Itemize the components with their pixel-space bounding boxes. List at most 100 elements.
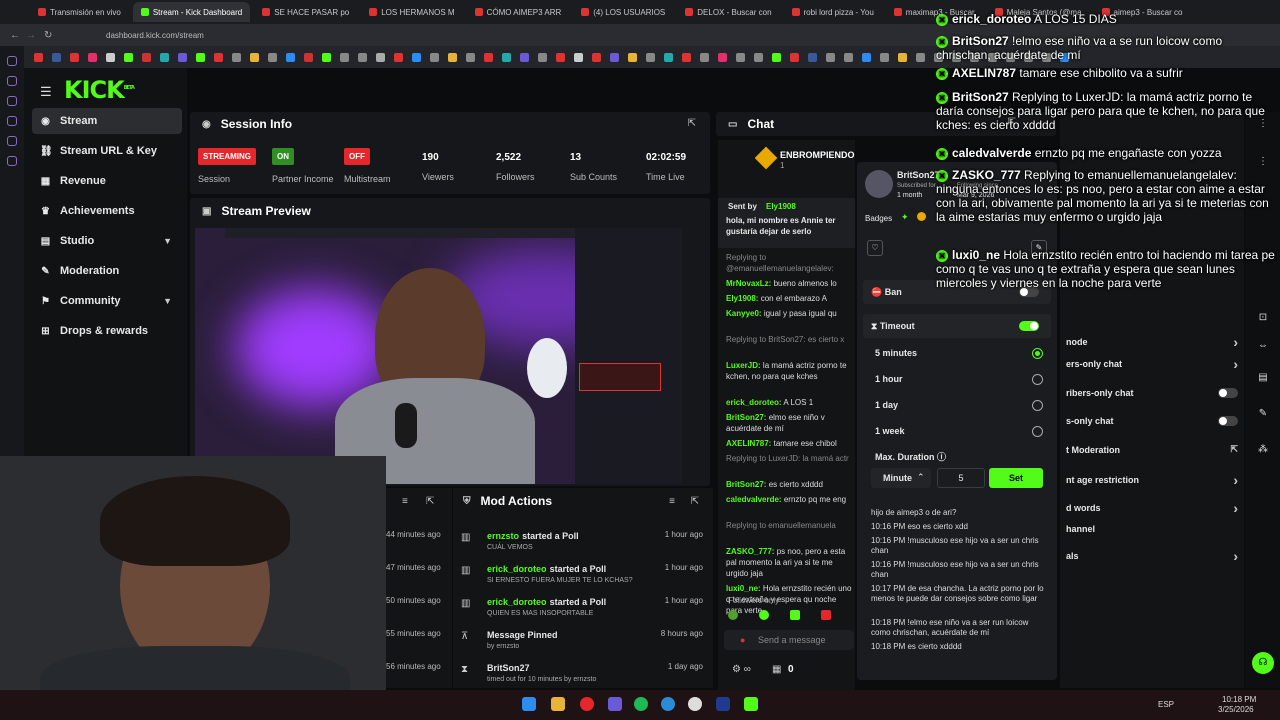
rail-icon[interactable]: [7, 96, 17, 106]
tool-icon[interactable]: ✎: [1256, 408, 1270, 422]
browser-tab[interactable]: robi lord pizza - You: [784, 2, 882, 22]
rail-icon[interactable]: [7, 116, 17, 126]
rail-icon[interactable]: [7, 76, 17, 86]
bookmark-icon[interactable]: [376, 52, 385, 62]
chat-message[interactable]: Replying to LuxerJD: la mamá actr: [726, 453, 854, 464]
bookmark-icon[interactable]: [466, 52, 475, 62]
chat-message[interactable]: Replying to emanuellemanuela: [726, 520, 854, 531]
stream-preview-video[interactable]: [195, 228, 682, 484]
timeout-toggle[interactable]: [1019, 321, 1039, 331]
mod-action-row[interactable]: ▥ ernzsto started a Poll CUÁL VEMOS 1 hour …: [461, 530, 709, 560]
chat-username[interactable]: ZASKO_777:: [726, 547, 774, 556]
timeout-option[interactable]: 1 hour: [857, 374, 1057, 388]
mod-action-user[interactable]: erick_doroteo: [487, 564, 547, 574]
timeout-option-radio[interactable]: [1032, 348, 1043, 359]
chat-username[interactable]: BritSon27:: [726, 480, 766, 489]
chat-username[interactable]: Kanyye0:: [726, 309, 762, 318]
settings-row[interactable]: d words ›: [1066, 500, 1238, 516]
sent-by-user[interactable]: Ely1908: [766, 202, 796, 211]
spotify-icon[interactable]: [634, 697, 648, 711]
bookmark-icon[interactable]: [538, 52, 547, 62]
language-indicator[interactable]: ESP: [1158, 700, 1174, 709]
settings-row[interactable]: ers-only chat ›: [1066, 356, 1238, 372]
clock-date[interactable]: 3/25/2026: [1218, 705, 1254, 714]
bookmark-icon[interactable]: [502, 52, 511, 62]
photoshop-icon[interactable]: [716, 697, 730, 711]
chat-username[interactable]: BritSon27:: [726, 413, 766, 422]
timeout-option-radio[interactable]: [1032, 426, 1043, 437]
bookmark-icon[interactable]: [268, 52, 277, 62]
opera-icon[interactable]: [580, 697, 594, 711]
browser-tab[interactable]: Stream - Kick Dashboard: [132, 2, 251, 22]
sidebar-item-achievements[interactable]: ♛ Achievements: [32, 198, 182, 224]
rail-icon[interactable]: [7, 136, 17, 146]
close-icon[interactable]: ✕: [936, 14, 948, 26]
settings-row[interactable]: nt age restriction ›: [1066, 472, 1238, 488]
settings-icon[interactable]: ⚙ ∞: [732, 664, 751, 675]
bookmark-icon[interactable]: [160, 52, 169, 62]
bookmark-icon[interactable]: [736, 52, 745, 62]
chat-username[interactable]: AXELIN787:: [726, 439, 771, 448]
discord-icon[interactable]: [608, 697, 622, 711]
chat-message[interactable]: Kanyye0: igual y pasa igual qu: [726, 308, 854, 319]
bookmark-icon[interactable]: [520, 52, 529, 62]
bookmark-icon[interactable]: [412, 52, 421, 62]
mod-action-row[interactable]: ▥ erick_doroteo started a Poll SI ERNESTO …: [461, 563, 709, 593]
bookmark-icon[interactable]: [430, 52, 439, 62]
bookmark-icon[interactable]: [574, 52, 583, 62]
chat-username[interactable]: LuxerJD:: [726, 361, 761, 370]
browser-tab[interactable]: CÓMO AIMEP3 ARR: [467, 2, 570, 22]
duration-input[interactable]: 5: [937, 468, 985, 488]
bookmark-icon[interactable]: [88, 52, 97, 62]
close-icon[interactable]: ✕: [936, 170, 948, 182]
duration-unit-select[interactable]: Minute ⌃: [871, 468, 931, 488]
bookmark-icon[interactable]: [142, 52, 151, 62]
settings-row[interactable]: ribers-only chat: [1066, 388, 1238, 398]
bookmark-icon[interactable]: [790, 52, 799, 62]
bookmark-icon[interactable]: [898, 52, 907, 62]
bookmark-icon[interactable]: [52, 52, 61, 62]
bookmark-icon[interactable]: [304, 52, 313, 62]
back-icon[interactable]: ←: [10, 30, 20, 41]
tool-icon[interactable]: ⇔: [1256, 340, 1270, 354]
settings-row[interactable]: als ›: [1066, 548, 1238, 564]
timeout-option-radio[interactable]: [1032, 400, 1043, 411]
chat-message[interactable]: AXELIN787: tamare ese chibol: [726, 438, 854, 449]
start-icon[interactable]: [522, 697, 536, 711]
browser-tab[interactable]: (4) LOS USUARIOS: [573, 2, 673, 22]
close-icon[interactable]: ✕: [936, 36, 948, 48]
gift-icon[interactable]: ▦: [772, 664, 781, 675]
chat-input[interactable]: ● Send a message: [724, 630, 854, 650]
bookmark-icon[interactable]: [772, 52, 781, 62]
close-icon[interactable]: ✕: [936, 250, 948, 262]
bookmark-icon[interactable]: [592, 52, 601, 62]
bookmark-icon[interactable]: [916, 52, 925, 62]
kick-logo[interactable]: KICKBETA: [64, 76, 135, 104]
close-icon[interactable]: ✕: [936, 68, 948, 80]
chat-message[interactable]: MrNovaxLz: bueno almenos lo: [726, 278, 854, 289]
bookmark-icon[interactable]: [754, 52, 763, 62]
sidebar-item-studio[interactable]: ▤ Studio ▼: [32, 228, 182, 254]
settings-toggle[interactable]: [1218, 416, 1238, 426]
settings-row[interactable]: hannel: [1066, 524, 1238, 534]
bookmark-icon[interactable]: [286, 52, 295, 62]
bookmark-icon[interactable]: [628, 52, 637, 62]
bookmark-icon[interactable]: [880, 52, 889, 62]
url-text[interactable]: dashboard.kick.com/stream: [106, 31, 204, 40]
bookmark-icon[interactable]: [808, 52, 817, 62]
settings-row[interactable]: node ›: [1066, 334, 1238, 350]
rail-icon[interactable]: [7, 56, 17, 66]
bookmark-icon[interactable]: [718, 52, 727, 62]
emote-icon[interactable]: [728, 610, 738, 620]
bookmark-icon[interactable]: [556, 52, 565, 62]
bookmark-icon[interactable]: [196, 52, 205, 62]
bookmark-icon[interactable]: [484, 52, 493, 62]
timeout-option[interactable]: 1 day: [857, 400, 1057, 414]
chat-username[interactable]: Ely1908:: [726, 294, 758, 303]
chat-message[interactable]: erick_doroteo: A LOS 1: [726, 397, 854, 408]
timeout-option[interactable]: 1 week: [857, 426, 1057, 440]
mod-action-user[interactable]: erick_doroteo: [487, 597, 547, 607]
bookmark-icon[interactable]: [646, 52, 655, 62]
bookmark-icon[interactable]: [70, 52, 79, 62]
bookmark-icon[interactable]: [700, 52, 709, 62]
